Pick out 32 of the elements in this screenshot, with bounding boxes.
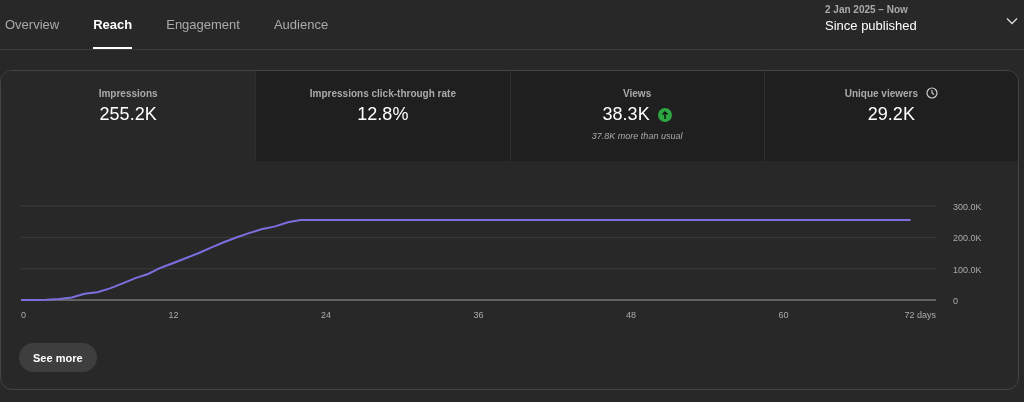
y-axis-label: 100.0K — [953, 264, 982, 275]
tab[interactable]: Engagement — [166, 0, 240, 49]
metric-label: Impressions — [98, 87, 158, 99]
metric-value: 38.3K — [602, 104, 650, 125]
y-axis-label: 300.0K — [953, 202, 982, 212]
metric-label: Unique viewers — [844, 87, 919, 99]
tab[interactable]: Audience — [273, 0, 329, 49]
date-range: 2 Jan 2025 – Now — [825, 4, 909, 15]
metric-label: Impressions click-through rate — [309, 87, 456, 99]
x-axis-label: 36 — [473, 310, 484, 320]
tab[interactable]: Overview — [5, 0, 60, 49]
metric-tile[interactable]: Unique viewers 29.2K — [763, 71, 1018, 161]
metric-tile[interactable]: Impressions click-through rate 12.8% — [255, 71, 510, 161]
metric-tile[interactable]: Views 38.3K 37.8K more than usual — [509, 71, 764, 161]
x-axis-label: 48 — [626, 310, 636, 320]
metric-value: 29.2K — [867, 104, 915, 125]
y-axis-label: 0 — [953, 296, 958, 306]
clock-icon[interactable] — [926, 87, 939, 99]
metric-value: 12.8% — [357, 104, 409, 125]
see-more-button[interactable]: See more — [19, 343, 97, 372]
x-axis-label: 12 — [168, 310, 179, 320]
x-axis-label: 72 days — [904, 310, 936, 320]
x-axis-label: 0 — [21, 310, 26, 320]
period-label: Since published — [825, 18, 917, 33]
x-axis-label: 60 — [778, 310, 789, 320]
tab[interactable]: Reach — [93, 0, 133, 49]
x-axis-label: 24 — [321, 310, 331, 320]
chevron-down-icon[interactable] — [1006, 17, 1018, 25]
metric-note: 37.8K more than usual — [591, 131, 683, 141]
metric-label: Views — [623, 87, 652, 99]
metric-value: 255.2K — [99, 104, 157, 125]
y-axis-label: 200.0K — [953, 233, 982, 244]
